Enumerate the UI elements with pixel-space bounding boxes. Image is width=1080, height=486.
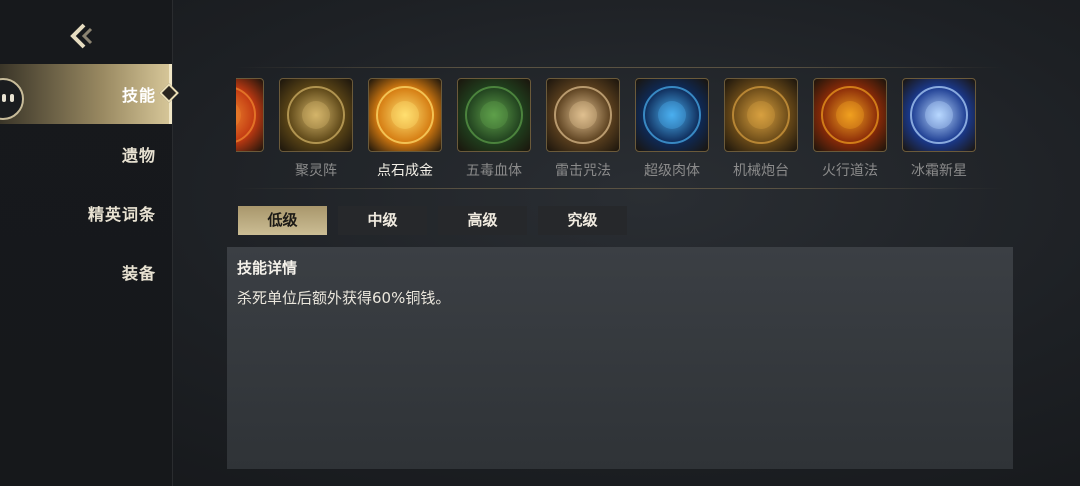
skill-item[interactable]: 焰 (236, 78, 264, 182)
fire-partial-icon (236, 78, 264, 152)
strip-top-divider (236, 67, 1004, 68)
sidebar: 技能 遗物 精英词条 装备 (0, 0, 179, 486)
skill-item[interactable]: 超级肉体 (635, 78, 709, 182)
skill-name: 超级肉体 (644, 163, 700, 179)
skill-detail-panel: 技能详情 杀死单位后额外获得60%铜钱。 (227, 247, 1013, 469)
skill-item[interactable]: 冰霜新星 (902, 78, 976, 182)
sidebar-item-equipment[interactable]: 装备 (0, 242, 172, 302)
detail-description: 杀死单位后额外获得60%铜钱。 (237, 289, 451, 307)
sidebar-item-label: 精英词条 (87, 205, 156, 224)
back-button[interactable] (66, 20, 98, 52)
super-body-icon (635, 78, 709, 152)
sidebar-item-label: 遗物 (121, 146, 156, 165)
skill-name: 雷击咒法 (555, 163, 611, 179)
skill-item[interactable]: 机械炮台 (724, 78, 798, 182)
avatar (0, 78, 24, 120)
skill-name: 机械炮台 (733, 163, 789, 179)
skill-item[interactable]: 点石成金 (368, 78, 442, 182)
strip-bottom-divider (236, 188, 1004, 189)
spirit-array-icon (279, 78, 353, 152)
tier-tab-ultimate[interactable]: 究级 (538, 206, 627, 235)
detail-title: 技能详情 (237, 259, 298, 277)
skill-item[interactable]: 雷击咒法 (546, 78, 620, 182)
poison-body-icon (457, 78, 531, 152)
gold-touch-icon (368, 78, 442, 152)
sidebar-item-label: 装备 (121, 264, 156, 283)
frost-nova-icon (902, 78, 976, 152)
skill-name: 冰霜新星 (911, 163, 967, 179)
skill-name: 五毒血体 (466, 163, 522, 179)
skill-name: 点石成金 (377, 163, 433, 179)
skill-strip[interactable]: 焰聚灵阵 点石成金 五毒血体 雷击咒法 超级肉体 机械炮台 火行道法 冰霜新星 (236, 70, 1004, 186)
skill-item[interactable]: 聚灵阵 (279, 78, 353, 182)
tier-tab-high[interactable]: 高级 (438, 206, 527, 235)
skill-item[interactable]: 五毒血体 (457, 78, 531, 182)
sidebar-item-relics[interactable]: 遗物 (0, 124, 172, 184)
sidebar-item-elite-affixes[interactable]: 精英词条 (0, 183, 172, 243)
skill-item[interactable]: 火行道法 (813, 78, 887, 182)
skill-name: 火行道法 (822, 163, 878, 179)
tier-tab-low[interactable]: 低级 (238, 206, 327, 235)
tier-tab-mid[interactable]: 中级 (338, 206, 427, 235)
skill-name: 聚灵阵 (295, 163, 337, 179)
mech-turret-icon (724, 78, 798, 152)
thunder-curse-icon (546, 78, 620, 152)
sidebar-item-skills[interactable]: 技能 (0, 64, 179, 124)
fire-dao-icon (813, 78, 887, 152)
back-arrow-icon (70, 23, 93, 49)
sidebar-item-label: 技能 (121, 86, 156, 105)
